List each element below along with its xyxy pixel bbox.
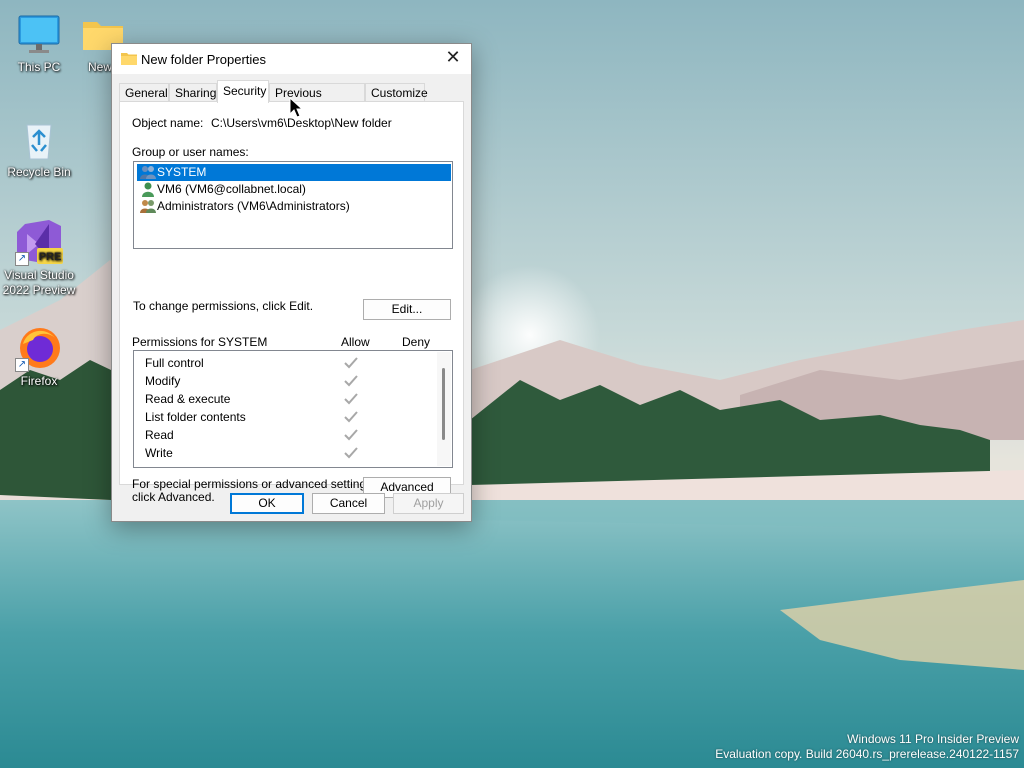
allow-column-header: Allow	[341, 335, 370, 349]
edit-button[interactable]: Edit...	[363, 299, 451, 320]
permissions-list[interactable]: Full control Modify Read & execute List …	[133, 350, 453, 468]
tab-label: Security	[223, 84, 267, 98]
firefox-icon: ↗	[15, 324, 63, 372]
security-tab-panel: Object name: C:\Users\vm6\Desktop\New fo…	[119, 101, 464, 504]
desktop-icon-this-pc[interactable]: This PC	[1, 10, 77, 75]
users-group-icon	[140, 166, 156, 179]
desktop-icon-visual-studio[interactable]: PRE ↗ Visual Studio 2022 Preview	[1, 218, 77, 298]
user-label: Administrators (VM6\Administrators)	[157, 199, 350, 213]
permission-name: Write	[145, 446, 173, 460]
tab-sharing[interactable]: Sharing	[169, 83, 217, 103]
watermark-line1: Windows 11 Pro Insider Preview	[847, 732, 1019, 746]
permissions-for-label: Permissions for SYSTEM	[132, 335, 268, 349]
desktop-icon-label: Firefox	[20, 374, 58, 388]
list-item-administrators[interactable]: Administrators (VM6\Administrators)	[137, 198, 451, 215]
permission-name: Read & execute	[145, 392, 231, 406]
group-or-user-names-label: Group or user names:	[132, 145, 249, 159]
change-permissions-hint: To change permissions, click Edit.	[133, 299, 314, 313]
user-label: VM6 (VM6@collabnet.local)	[157, 182, 306, 196]
tab-label: Customize	[371, 86, 428, 100]
desktop-icon-label-line2: 2022 Preview	[2, 283, 76, 297]
checkmark-icon	[344, 357, 358, 369]
shortcut-arrow-icon: ↗	[15, 252, 29, 266]
user-label: SYSTEM	[157, 165, 207, 179]
object-name-label: Object name:	[132, 116, 204, 130]
mouse-cursor-icon	[289, 97, 303, 118]
watermark-line2: Evaluation copy. Build 26040.rs_prerelea…	[715, 747, 1019, 761]
desktop-icon-firefox[interactable]: ↗ Firefox	[1, 324, 77, 389]
title-bar[interactable]: New folder Properties ✕	[112, 44, 471, 74]
permissions-scrollbar[interactable]	[437, 352, 451, 466]
tab-security[interactable]: Security	[217, 80, 269, 103]
close-icon: ✕	[445, 47, 461, 68]
tab-label: Sharing	[175, 86, 217, 100]
shortcut-arrow-icon: ↗	[15, 358, 29, 372]
permission-row: Modify	[145, 372, 435, 390]
permission-row: List folder contents	[145, 408, 435, 426]
deny-column-header: Deny	[402, 335, 431, 349]
apply-button[interactable]: Apply	[393, 493, 464, 514]
tab-general[interactable]: General	[119, 83, 169, 103]
recycle-bin-icon	[15, 115, 63, 163]
tab-previous-versions[interactable]: Previous Versions	[269, 83, 365, 118]
user-list[interactable]: SYSTEM VM6 (VM6@collabnet.local) Adminis…	[133, 161, 453, 249]
special-permissions-hint-line2: click Advanced.	[132, 490, 215, 504]
permission-name: Full control	[145, 356, 204, 370]
close-button[interactable]: ✕	[435, 44, 471, 74]
checkmark-icon	[344, 411, 358, 423]
list-item-system[interactable]: SYSTEM	[137, 164, 451, 181]
user-icon	[142, 182, 154, 197]
folder-icon	[121, 53, 137, 65]
visual-studio-icon: PRE ↗	[15, 218, 63, 266]
checkmark-icon	[344, 393, 358, 405]
permission-name: List folder contents	[145, 410, 246, 424]
monitor-icon	[15, 10, 63, 58]
ok-button[interactable]: OK	[230, 493, 304, 514]
permission-row: Read	[145, 426, 435, 444]
permission-row: Write	[145, 444, 435, 462]
list-item-vm6[interactable]: VM6 (VM6@collabnet.local)	[137, 181, 451, 198]
special-permissions-hint-line1: For special permissions or advanced sett…	[132, 477, 376, 491]
windows-watermark: Windows 11 Pro Insider Preview Evaluatio…	[715, 732, 1019, 762]
dialog-title: New folder Properties	[141, 52, 266, 67]
checkmark-icon	[344, 375, 358, 387]
cancel-button[interactable]: Cancel	[312, 493, 385, 514]
desktop-icon-label: This PC	[17, 60, 61, 74]
svg-text:PRE: PRE	[39, 251, 62, 263]
tab-customize[interactable]: Customize	[365, 83, 428, 103]
scrollbar-thumb[interactable]	[442, 368, 445, 440]
tab-label: General	[125, 86, 168, 100]
checkmark-icon	[344, 429, 358, 441]
desktop-icon-label: Recycle Bin	[7, 165, 71, 179]
checkmark-icon	[344, 447, 358, 459]
permission-name: Modify	[145, 374, 181, 388]
permission-name: Read	[145, 428, 174, 442]
permission-row: Full control	[145, 354, 435, 372]
desktop-icon-recycle-bin[interactable]: Recycle Bin	[1, 115, 77, 180]
users-group-icon	[140, 200, 156, 213]
permission-row: Read & execute	[145, 390, 435, 408]
desktop-icon-label-line1: Visual Studio	[4, 268, 74, 282]
